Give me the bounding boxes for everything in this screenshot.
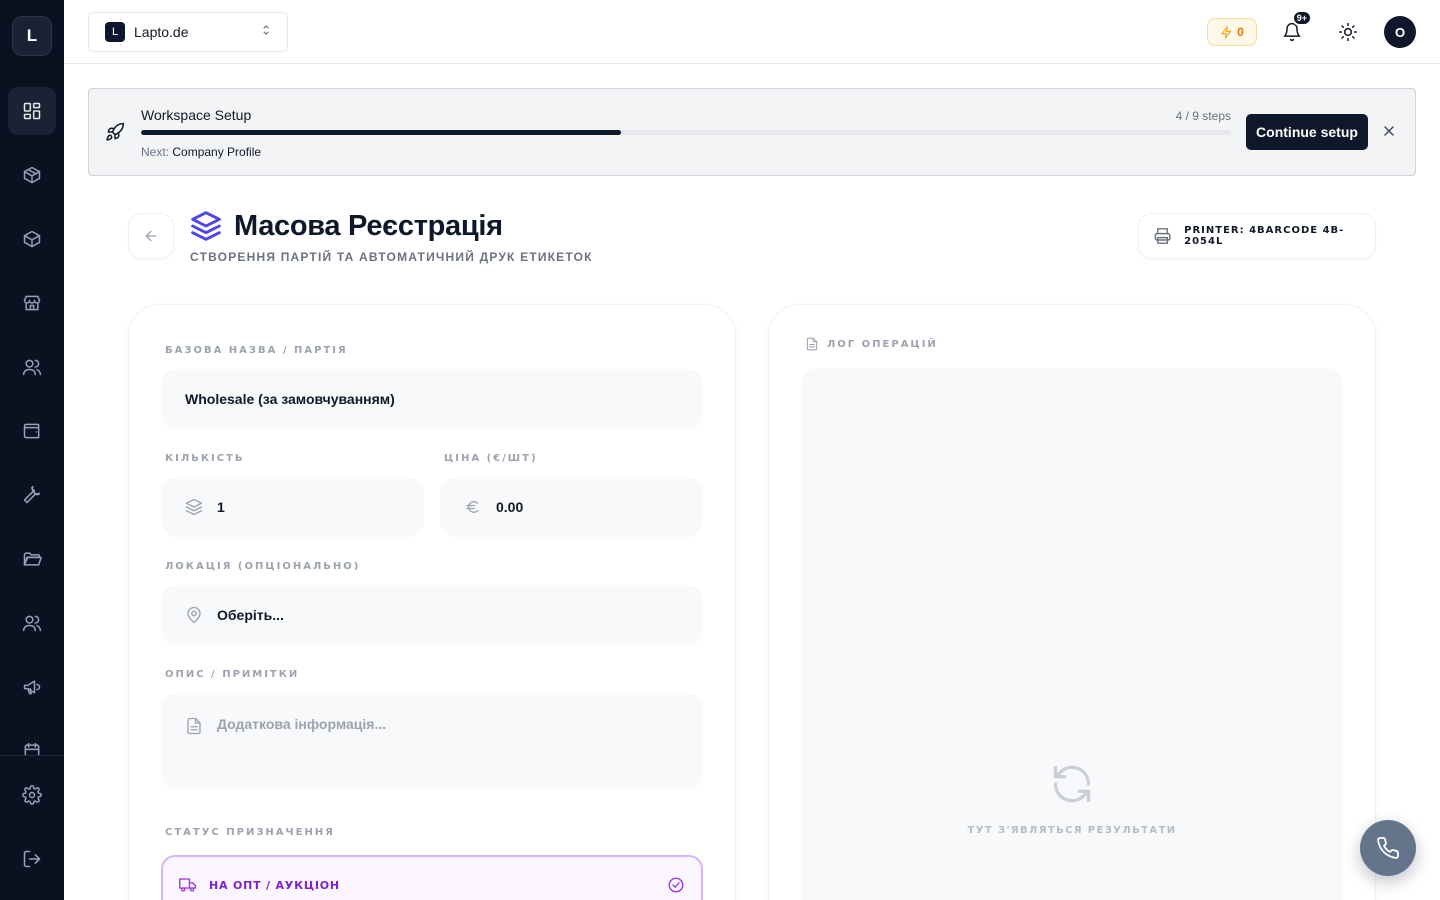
- logout-icon: [23, 850, 41, 868]
- close-setup-button[interactable]: [1381, 123, 1399, 141]
- team-icon: [22, 615, 42, 632]
- sidebar-item-wallet[interactable]: [8, 407, 56, 455]
- refresh-icon: [1050, 762, 1094, 806]
- setup-next-value: Company Profile: [172, 145, 262, 159]
- printer-label: PRINTER: 4BARCODE 4B-2054L: [1184, 225, 1345, 247]
- base-name-input[interactable]: Wholesale (за замовчуванням): [161, 369, 703, 429]
- topbar: L Lapto.de 0 9+ O: [64, 0, 1440, 64]
- theme-toggle-button[interactable]: [1332, 16, 1364, 48]
- location-select[interactable]: Оберіть...: [161, 585, 703, 645]
- quantity-input[interactable]: 1: [161, 477, 424, 537]
- sidebar-divider: [0, 755, 64, 756]
- price-label: ЦІНА (€/ШТ): [444, 453, 538, 464]
- dashboard-icon: [23, 102, 41, 120]
- status-label: СТАТУС ПРИЗНАЧЕННЯ: [165, 827, 335, 838]
- log-empty-text: ТУТ З'ЯВЛЯТЬСЯ РЕЗУЛЬТАТИ: [967, 825, 1177, 836]
- sidebar-item-calendar[interactable]: [8, 727, 56, 755]
- folder-icon: [23, 552, 42, 566]
- lightning-icon: [1221, 25, 1232, 39]
- check-circle-icon: [668, 877, 684, 893]
- store-icon: [23, 295, 41, 311]
- map-pin-icon: [187, 606, 201, 624]
- sidebar-item-logout[interactable]: [8, 835, 56, 883]
- rocket-icon: [105, 122, 127, 144]
- sidebar-item-tools[interactable]: [8, 471, 56, 519]
- document-icon: [187, 717, 201, 735]
- euro-icon: [466, 501, 479, 513]
- setup-next: Next: Company Profile: [141, 145, 261, 159]
- status-option-label: НА ОПТ / АУКЦІОН: [209, 878, 340, 892]
- sidebar-item-store[interactable]: [8, 279, 56, 327]
- package-icon: [23, 166, 41, 184]
- close-icon: [1384, 126, 1394, 136]
- notes-placeholder: Додаткова інформація...: [217, 716, 387, 732]
- log-output[interactable]: [801, 368, 1343, 900]
- notifications-button[interactable]: 9+: [1276, 10, 1312, 48]
- megaphone-icon: [23, 680, 41, 695]
- price-value: 0.00: [496, 499, 524, 515]
- location-label: ЛОКАЦІЯ (ОПЦІОНАЛЬНО): [165, 561, 361, 572]
- base-name-value: Wholesale (за замовчуванням): [185, 391, 395, 407]
- price-input[interactable]: 0.00: [440, 477, 703, 537]
- log-header: ЛОГ ОПЕРАЦІЙ: [805, 337, 938, 351]
- sun-icon: [1338, 22, 1358, 42]
- sidebar-item-packages[interactable]: [8, 151, 56, 199]
- credits-count: 0: [1237, 25, 1244, 39]
- sidebar: L: [0, 0, 64, 900]
- workspace-name: Lapto.de: [134, 24, 189, 40]
- workspace-badge: L: [105, 22, 125, 42]
- setup-title: Workspace Setup: [141, 107, 252, 123]
- notes-textarea[interactable]: Додаткова інформація...: [161, 693, 703, 789]
- base-name-label: БАЗОВА НАЗВА / ПАРТІЯ: [165, 345, 348, 356]
- sidebar-item-settings[interactable]: [8, 771, 56, 819]
- document-icon: [806, 337, 818, 351]
- sidebar-item-marketing[interactable]: [8, 663, 56, 711]
- quantity-label: КІЛЬКІСТЬ: [165, 453, 245, 464]
- layers-icon: [190, 210, 222, 242]
- calendar-icon: [24, 742, 40, 755]
- log-label: ЛОГ ОПЕРАЦІЙ: [827, 338, 938, 350]
- sidebar-item-dashboard[interactable]: [8, 87, 56, 135]
- location-value: Оберіть...: [217, 607, 284, 623]
- wrench-icon: [23, 485, 41, 504]
- credits-badge[interactable]: 0: [1207, 18, 1257, 46]
- sidebar-item-users[interactable]: [8, 343, 56, 391]
- notes-label: ОПИС / ПРИМІТКИ: [165, 669, 300, 680]
- setup-steps: 4 / 9 steps: [1175, 109, 1231, 123]
- sidebar-item-boxes[interactable]: [8, 215, 56, 263]
- users-icon: [22, 359, 42, 376]
- chevron-up-down-icon: [259, 23, 273, 42]
- quantity-value: 1: [217, 499, 225, 515]
- page-title: Масова Реєстрація: [234, 210, 503, 242]
- call-support-button[interactable]: [1360, 820, 1416, 876]
- workspace-setup-banner: Workspace Setup 4 / 9 steps Next: Compan…: [88, 88, 1416, 176]
- status-option-wholesale[interactable]: НА ОПТ / АУКЦІОН: [161, 855, 703, 900]
- box-icon: [23, 230, 41, 248]
- arrow-left-icon: [145, 230, 157, 242]
- settings-icon: [22, 785, 42, 805]
- setup-progress-bar: [141, 130, 1231, 135]
- wallet-icon: [23, 423, 40, 439]
- sidebar-nav: [0, 0, 64, 755]
- page-subtitle: СТВОРЕННЯ ПАРТІЙ ТА АВТОМАТИЧНИЙ ДРУК ЕТ…: [190, 250, 593, 264]
- back-button[interactable]: [128, 213, 174, 259]
- setup-next-label: Next:: [141, 145, 170, 159]
- printer-status-button[interactable]: PRINTER: 4BARCODE 4B-2054L: [1138, 213, 1376, 259]
- workspace-selector[interactable]: L Lapto.de: [88, 12, 288, 52]
- phone-icon: [1377, 837, 1399, 859]
- truck-icon: [179, 878, 197, 892]
- sidebar-item-team[interactable]: [8, 599, 56, 647]
- continue-setup-button[interactable]: Continue setup: [1246, 114, 1368, 150]
- avatar[interactable]: O: [1384, 16, 1416, 48]
- printer-icon: [1154, 228, 1171, 244]
- sidebar-item-files[interactable]: [8, 535, 56, 583]
- layers-icon: [185, 498, 203, 516]
- setup-progress-fill: [141, 130, 621, 135]
- notifications-badge: 9+: [1291, 10, 1312, 26]
